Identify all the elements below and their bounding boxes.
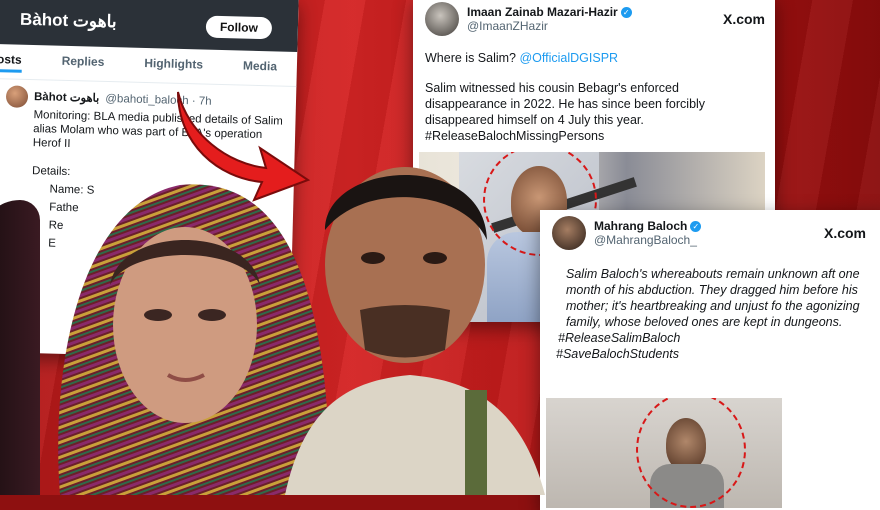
tweet-question: Where is Salim? <box>425 51 516 65</box>
tab-replies[interactable]: Replies <box>61 54 104 75</box>
tab-media[interactable]: Media <box>243 59 277 80</box>
x-logo-icon: X.com <box>722 11 765 27</box>
x-logo-icon: X.com <box>823 225 866 241</box>
hashtag-link[interactable]: #SaveBalochStudents <box>540 346 880 362</box>
avatar[interactable] <box>5 85 29 108</box>
tweet-author: Bàhot باهوت <box>33 91 100 105</box>
follow-button[interactable]: Follow <box>205 15 273 40</box>
profile-name: Bàhot باهوت <box>19 9 117 32</box>
tweet-card-mahrang: Mahrang Baloch ✓ @MahrangBaloch_ X.com Sa… <box>540 210 880 510</box>
tweet-body: Salim Baloch's whereabouts remain unknow… <box>566 267 860 329</box>
attached-photo[interactable] <box>546 398 782 508</box>
tweet-question-line: Where is Salim? @OfficialDGISPR <box>413 50 775 66</box>
highlight-circle <box>636 398 746 508</box>
tweet-author: Mahrang Baloch <box>594 219 688 233</box>
avatar[interactable] <box>425 2 459 36</box>
tab-posts[interactable]: osts <box>0 52 22 73</box>
avatar[interactable] <box>552 216 586 250</box>
tweet-body: Salim witnessed his cousin Bebagr's enfo… <box>425 81 706 127</box>
tab-highlights[interactable]: Highlights <box>144 56 203 78</box>
tweet-handle: @ImaanZHazir <box>467 19 548 33</box>
mention-link[interactable]: @OfficialDGISPR <box>519 51 618 65</box>
hashtag-link[interactable]: #ReleaseSalimBaloch <box>540 330 880 346</box>
verified-badge-icon: ✓ <box>620 7 632 19</box>
verified-badge-icon: ✓ <box>690 221 702 233</box>
hashtag-link[interactable]: #ReleaseBalochMissingPersons <box>413 128 775 144</box>
tweet-handle: @MahrangBaloch_ <box>594 233 697 247</box>
profile-header: Bàhot باهوت Follow <box>0 0 299 52</box>
red-arrow-icon <box>168 84 318 209</box>
blurred-person-left <box>0 200 40 495</box>
tweet-author: Imaan Zainab Mazari-Hazir <box>467 5 618 19</box>
